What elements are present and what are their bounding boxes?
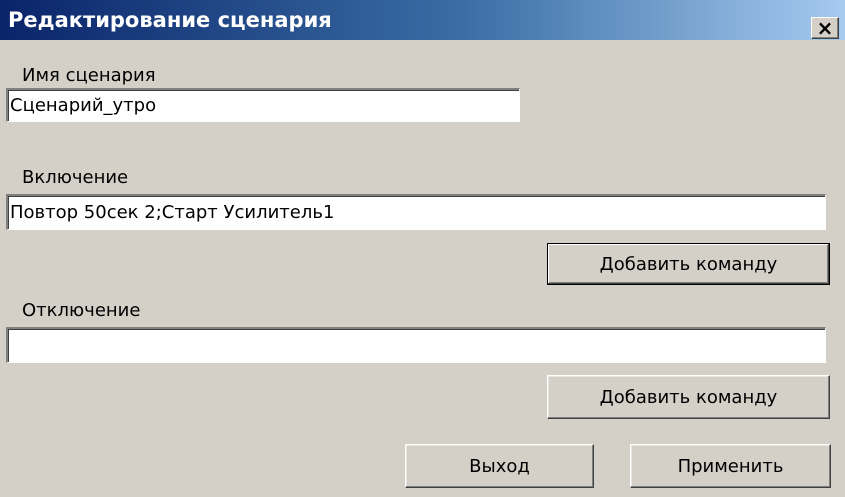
title-bar: Редактирование сценария × <box>0 0 845 40</box>
disable-label: Отключение <box>22 300 141 321</box>
exit-button[interactable]: Выход <box>405 444 594 488</box>
enable-add-command-button[interactable]: Добавить команду <box>547 243 830 285</box>
scenario-name-label: Имя сценария <box>22 65 156 86</box>
disable-add-command-button[interactable]: Добавить команду <box>547 375 830 419</box>
enable-label: Включение <box>22 167 129 188</box>
disable-commands-input[interactable] <box>6 327 826 363</box>
close-button[interactable]: × <box>811 17 839 39</box>
enable-commands-input[interactable] <box>6 194 826 230</box>
close-icon: × <box>816 16 834 40</box>
window-title: Редактирование сценария <box>8 8 332 32</box>
apply-button[interactable]: Применить <box>630 444 831 488</box>
scenario-name-input[interactable] <box>6 88 520 122</box>
